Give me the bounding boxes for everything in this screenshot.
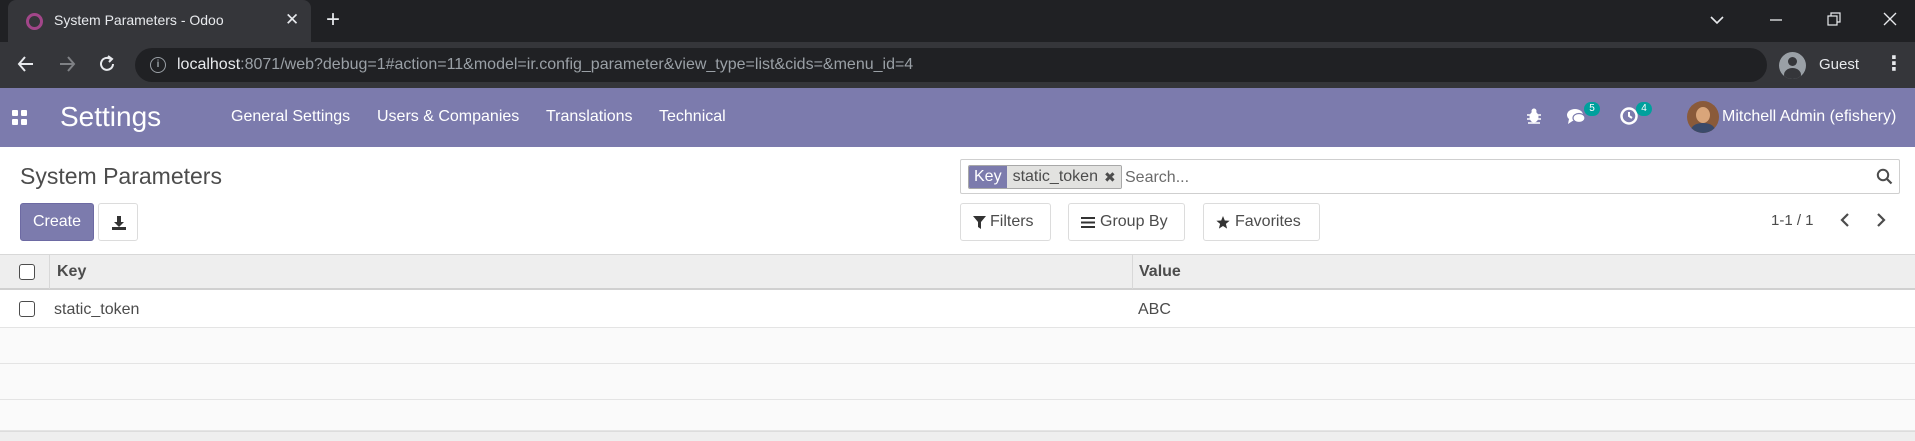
app-brand[interactable]: Settings: [60, 101, 161, 133]
row-select-checkbox[interactable]: [19, 301, 35, 317]
menu-translations[interactable]: Translations: [546, 108, 633, 126]
select-all-checkbox[interactable]: [19, 264, 35, 280]
empty-row: [0, 364, 1915, 400]
pager-value[interactable]: 1-1 / 1: [1771, 212, 1814, 229]
filters-label: Filters: [990, 213, 1034, 230]
download-icon: [112, 216, 126, 230]
remove-facet-icon[interactable]: ✖: [1102, 166, 1121, 188]
reload-icon[interactable]: [97, 52, 117, 82]
new-tab-plus-icon[interactable]: +: [326, 7, 340, 33]
user-avatar[interactable]: [1687, 101, 1719, 133]
close-tab-icon[interactable]: ✕: [285, 10, 299, 30]
empty-row: [0, 328, 1915, 364]
menu-technical[interactable]: Technical: [659, 108, 726, 126]
facet-key-label: Key: [969, 166, 1007, 188]
apps-menu-icon[interactable]: [12, 110, 27, 125]
filter-funnel-icon: [973, 216, 986, 229]
browser-tab[interactable]: System Parameters - Odoo ✕: [8, 0, 311, 42]
export-download-button[interactable]: [98, 203, 138, 241]
column-separator: [1132, 255, 1133, 289]
window-close-icon[interactable]: [1882, 8, 1898, 38]
tab-search-chevron-down-icon[interactable]: [1709, 8, 1725, 38]
column-header-value[interactable]: Value: [1139, 263, 1181, 281]
group-by-label: Group By: [1100, 213, 1168, 230]
user-menu-name[interactable]: Mitchell Admin (efishery): [1722, 108, 1896, 126]
search-magnifier-icon[interactable]: [1876, 168, 1893, 190]
search-input[interactable]: [1125, 166, 1825, 190]
favorites-star-icon: [1216, 216, 1230, 229]
group-by-bars-icon: [1081, 217, 1095, 228]
create-button[interactable]: Create: [20, 203, 94, 241]
filters-dropdown-button[interactable]: Filters: [960, 203, 1051, 241]
browser-tab-strip: System Parameters - Odoo ✕ +: [0, 0, 1915, 42]
messages-badge: 5: [1584, 102, 1600, 116]
menu-users-companies[interactable]: Users & Companies: [377, 108, 519, 126]
odoo-favicon-icon: [26, 13, 43, 30]
pager-previous-chevron-icon[interactable]: [1838, 210, 1852, 233]
column-header-key[interactable]: Key: [57, 263, 86, 281]
profile-icon: [1779, 52, 1806, 79]
odoo-main-navbar: Settings General Settings Users & Compan…: [0, 88, 1915, 147]
table-row[interactable]: static_token ABC: [0, 292, 1915, 328]
profile-name: Guest: [1819, 56, 1860, 73]
info-icon[interactable]: i: [150, 57, 166, 73]
forward-arrow-icon[interactable]: [57, 52, 77, 82]
tab-title: System Parameters - Odoo: [54, 12, 224, 28]
browser-toolbar: i localhost:8071/web?debug=1#action=11&m…: [0, 42, 1915, 88]
facet-value: static_token: [1006, 166, 1103, 188]
activities-badge: 4: [1636, 102, 1652, 116]
list-header: Key Value: [0, 254, 1915, 290]
group-by-dropdown-button[interactable]: Group By: [1068, 203, 1185, 241]
cell-value: ABC: [1138, 301, 1171, 318]
restore-icon[interactable]: [1826, 8, 1842, 38]
profile-button[interactable]: Guest: [1779, 48, 1879, 82]
minimize-icon[interactable]: [1768, 8, 1784, 38]
search-facet[interactable]: Key static_token ✖: [968, 165, 1122, 189]
column-separator: [49, 255, 50, 289]
favorites-dropdown-button[interactable]: Favorites: [1203, 203, 1320, 241]
favorites-label: Favorites: [1235, 213, 1301, 230]
menu-general-settings[interactable]: General Settings: [231, 108, 350, 126]
cell-key: static_token: [54, 301, 140, 318]
list-footer: [0, 431, 1915, 441]
url-text[interactable]: localhost:8071/web?debug=1#action=11&mod…: [177, 56, 913, 74]
url-host: localhost: [177, 56, 241, 73]
kebab-menu-icon[interactable]: ⋮: [1884, 52, 1904, 76]
address-bar[interactable]: i localhost:8071/web?debug=1#action=11&m…: [135, 48, 1767, 82]
debug-bug-icon[interactable]: [1526, 105, 1542, 132]
breadcrumb-page-title: System Parameters: [20, 163, 222, 189]
pager-next-chevron-icon[interactable]: [1874, 210, 1888, 233]
back-arrow-icon[interactable]: [16, 52, 36, 82]
empty-row: [0, 400, 1915, 431]
url-path: :8071/web?debug=1#action=11&model=ir.con…: [240, 56, 914, 73]
search-bar[interactable]: Key static_token ✖: [960, 159, 1900, 194]
